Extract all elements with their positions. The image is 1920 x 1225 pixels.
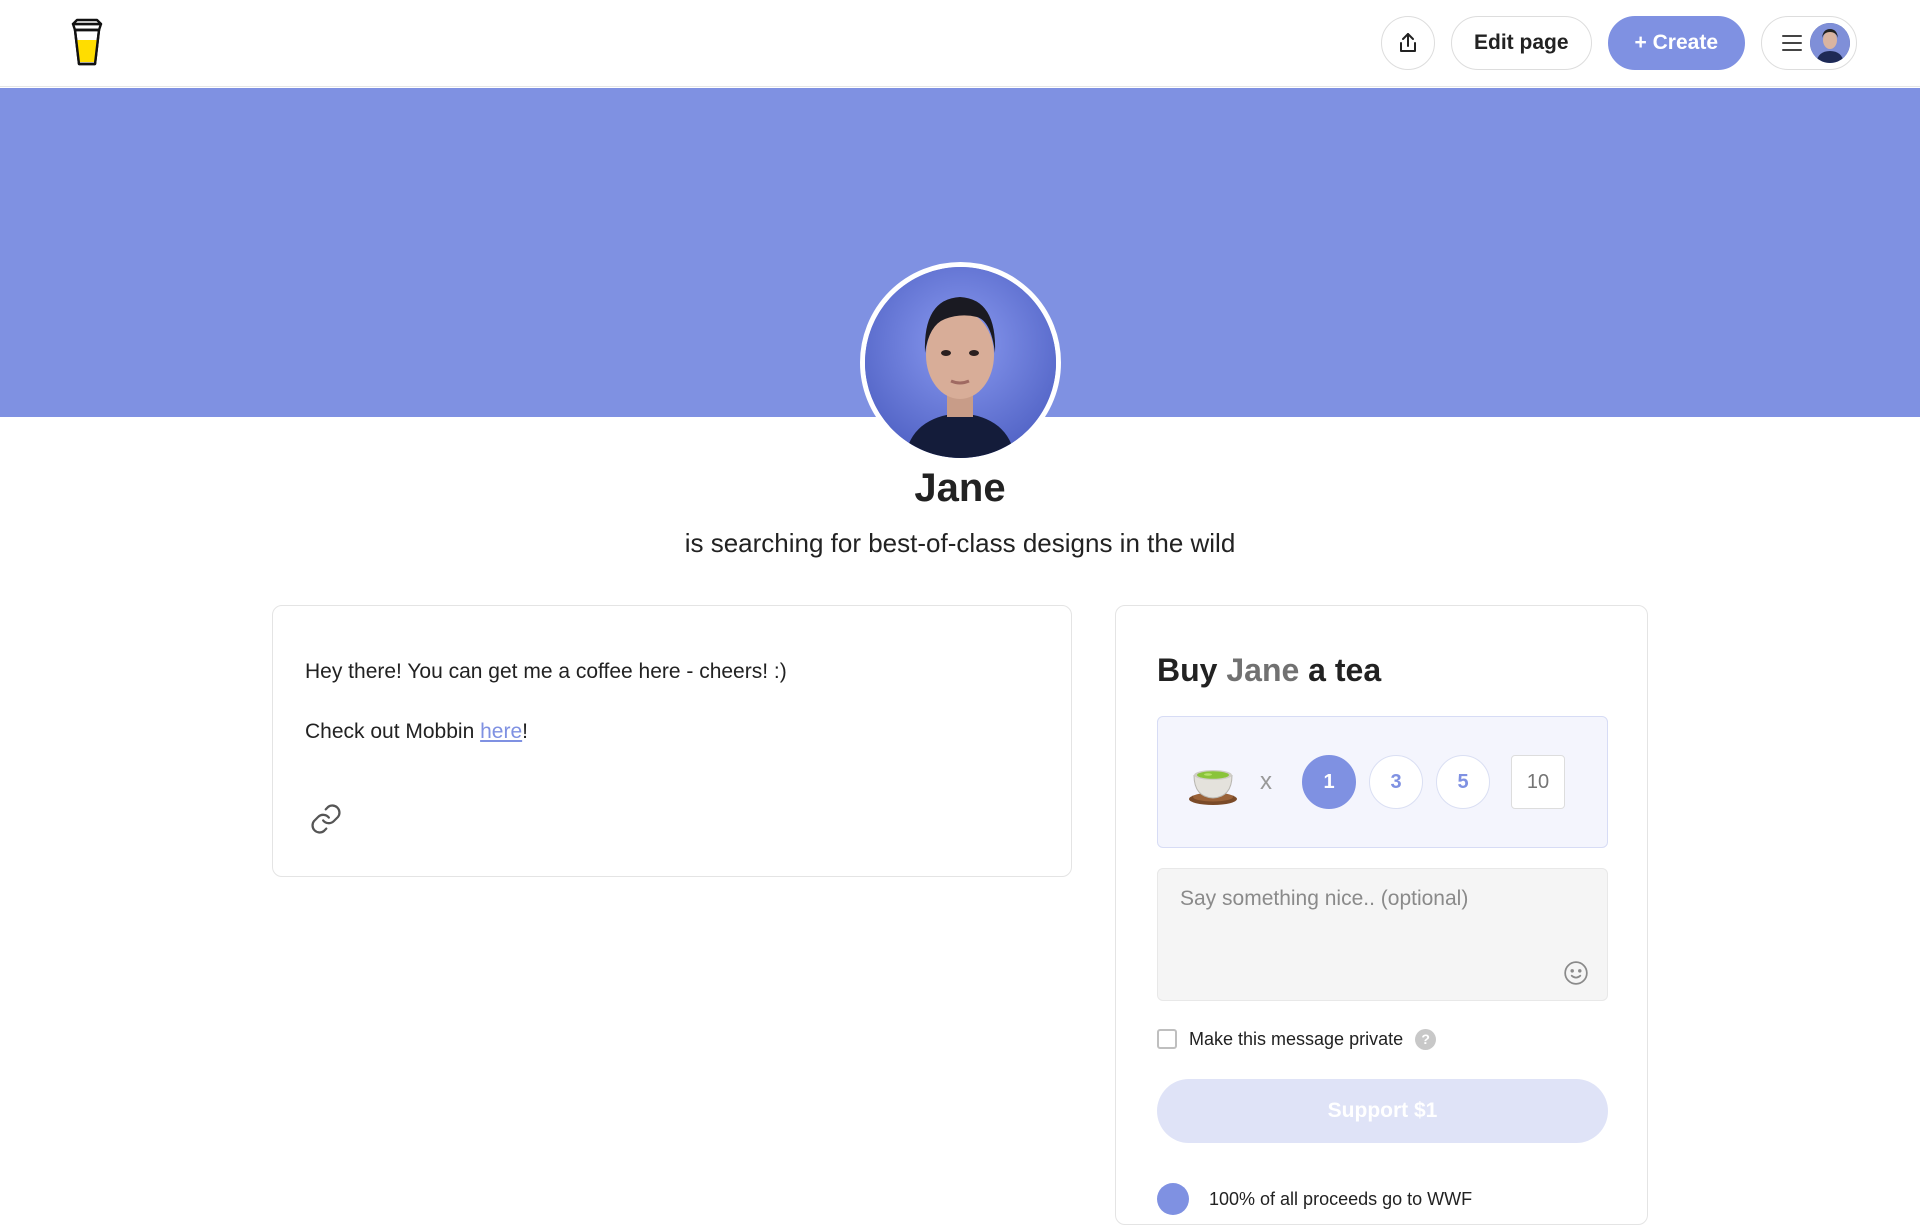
- message-box: [1157, 868, 1608, 1001]
- about-text-line-2: Check out Mobbin here!: [305, 716, 1039, 748]
- quantity-option-1[interactable]: 1: [1302, 755, 1356, 809]
- mobbin-link[interactable]: here: [480, 720, 522, 743]
- profile-name: Jane: [914, 466, 1006, 510]
- share-icon: [1400, 33, 1417, 52]
- link-icon[interactable]: [309, 802, 343, 836]
- about-link-suffix: !: [522, 720, 528, 743]
- about-text-line-1: Hey there! You can get me a coffee here …: [305, 660, 787, 683]
- private-message-checkbox[interactable]: [1157, 1029, 1177, 1049]
- coffee-cup-icon[interactable]: [68, 18, 106, 66]
- quantity-selector: x 1 3 5: [1157, 716, 1608, 848]
- message-input[interactable]: [1158, 869, 1607, 1000]
- about-card: Hey there! You can get me a coffee here …: [272, 605, 1072, 877]
- proceeds-note: 100% of all proceeds go to WWF: [1157, 1183, 1472, 1215]
- hamburger-menu-icon: [1782, 35, 1802, 51]
- smiley-icon[interactable]: [1563, 960, 1589, 986]
- quantity-option-3[interactable]: 3: [1369, 755, 1423, 809]
- private-message-row: Make this message private ?: [1157, 1024, 1437, 1054]
- private-message-label[interactable]: Make this message private: [1189, 1029, 1403, 1050]
- profile-avatar: [860, 262, 1061, 463]
- support-button[interactable]: Support $1: [1157, 1079, 1608, 1143]
- times-symbol: x: [1260, 768, 1272, 795]
- profile-tagline: is searching for best-of-class designs i…: [684, 528, 1236, 558]
- account-menu-button[interactable]: [1761, 16, 1857, 70]
- topbar-actions: Edit page + Create: [1381, 16, 1857, 70]
- proceeds-text: 100% of all proceeds go to WWF: [1209, 1188, 1473, 1209]
- custom-quantity-input[interactable]: [1511, 755, 1565, 809]
- quantity-option-5[interactable]: 5: [1436, 755, 1490, 809]
- user-avatar: [1810, 23, 1850, 63]
- edit-page-button[interactable]: Edit page: [1451, 16, 1592, 70]
- support-title-suffix: a tea: [1299, 652, 1382, 688]
- support-title: Buy Jane a tea: [1157, 652, 1381, 689]
- create-button[interactable]: + Create: [1607, 16, 1745, 70]
- support-title-name: Jane: [1226, 652, 1300, 688]
- support-title-prefix: Buy: [1157, 652, 1227, 688]
- top-bar: Edit page + Create: [0, 0, 1920, 87]
- tea-cup-icon: [1189, 770, 1237, 805]
- help-icon[interactable]: ?: [1415, 1028, 1437, 1050]
- support-card: Buy Jane a tea x 1 3 5 Make this message…: [1115, 605, 1648, 1225]
- charity-icon: [1157, 1183, 1189, 1215]
- about-link-prefix: Check out Mobbin: [305, 720, 481, 743]
- share-button[interactable]: [1381, 16, 1436, 70]
